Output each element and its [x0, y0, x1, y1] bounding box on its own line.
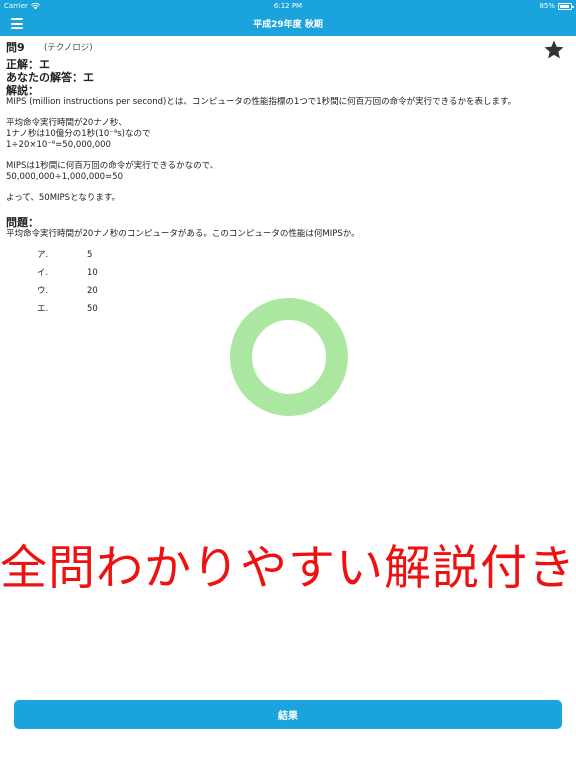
choice-value: 10: [87, 267, 98, 278]
choice-label: イ.: [37, 267, 49, 278]
battery-percent: 85%: [539, 2, 555, 10]
choice-label: ア.: [37, 249, 49, 260]
choice-label: エ.: [37, 303, 49, 314]
choice-item: イ. 10: [37, 264, 566, 282]
question-content: 問9 (テクノロジ) 正解：エ あなたの解答：エ 解説： MIPS (milli…: [6, 40, 566, 318]
problem-text: 平均命令実行時間が20ナノ秒のコンピュータがある。このコンピュータの性能は何MI…: [6, 229, 360, 239]
question-number: 問9: [6, 41, 25, 54]
star-icon[interactable]: [543, 39, 565, 61]
explanation-paragraph: よって、50MIPSとなります。: [6, 193, 120, 203]
question-category: (テクノロジ): [44, 43, 93, 53]
choice-value: 5: [87, 249, 93, 260]
status-right: 85%: [539, 2, 574, 10]
promo-text: 全問わかりやすい解説付き: [0, 541, 576, 596]
choice-item: ウ. 20: [37, 282, 566, 300]
choice-value: 20: [87, 285, 98, 296]
explanation-paragraph: MIPS (million instructions per second)とは…: [6, 97, 517, 107]
status-time: 6:12 PM: [273, 2, 303, 10]
nav-bar: 平成29年度 秋期: [0, 12, 576, 36]
explanation-paragraph: 平均命令実行時間が20ナノ秒、 1ナノ秒は10億分の1秒(10⁻⁹s)なので 1…: [6, 118, 151, 150]
problem-title: 問題：: [6, 216, 39, 229]
status-bar: Carrier 6:12 PM 85%: [0, 0, 576, 12]
question-header: 問9 (テクノロジ): [6, 39, 566, 61]
battery-icon: [558, 2, 574, 10]
nav-title: 平成29年度 秋期: [253, 20, 323, 30]
your-answer: あなたの解答：エ: [6, 71, 94, 84]
choice-label: ウ.: [37, 285, 49, 296]
correct-answer: 正解：エ: [6, 58, 50, 71]
result-button[interactable]: 結果: [14, 700, 562, 729]
explanation-paragraph: MIPSは1秒間に何百万回の命令が実行できるかなので、 50,000,000÷1…: [6, 161, 219, 182]
choice-value: 50: [87, 303, 98, 314]
choice-item: ア. 5: [37, 246, 566, 264]
explanation-title: 解説：: [6, 84, 39, 97]
loading-ring-icon: [230, 298, 348, 416]
